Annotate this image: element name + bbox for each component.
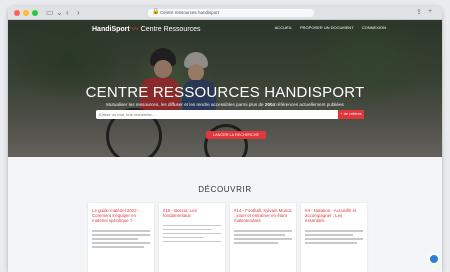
chat-icon[interactable] — [428, 253, 440, 265]
card-text-line — [305, 233, 353, 236]
section-title: DÉCOUVRIR — [198, 185, 252, 194]
search-input[interactable] — [96, 110, 336, 119]
close-window-button[interactable] — [14, 10, 20, 16]
card-text-line — [163, 232, 221, 235]
logo-suffix: Centre Ressources — [140, 26, 201, 33]
launch-search-button[interactable]: LANCER LA RECHERCHE — [206, 131, 266, 139]
more-criteria-button[interactable]: + de critères — [338, 110, 364, 119]
browser-toolbar: ▭ ⌄ ‹ › 🔒 Centre ressources handisport ⇪… — [8, 6, 442, 20]
card-text-line — [92, 237, 139, 240]
resource-card[interactable]: #14 - Football, Sylvain Munoz : jouer et… — [230, 203, 296, 272]
card-text-line — [305, 237, 363, 240]
lock-icon: 🔒 — [152, 9, 160, 15]
card-text-line — [92, 230, 150, 232]
search-bar: + de critères — [96, 110, 364, 119]
maximize-window-button[interactable] — [32, 10, 38, 16]
nav-link-accueil[interactable]: ACCUEIL — [275, 25, 292, 30]
hero-subtitle: Mutualiser les ressources, les diffuser … — [8, 102, 442, 107]
card-text-line — [234, 230, 292, 232]
card-text-line — [163, 224, 221, 227]
browser-window: ▭ ⌄ ‹ › 🔒 Centre ressources handisport ⇪… — [8, 6, 442, 272]
address-text: Centre ressources handisport — [160, 10, 220, 15]
resource-card[interactable]: Le guide matériel 2022 - Comment s'équip… — [88, 203, 154, 272]
logo-swoosh-icon: 〰 — [131, 26, 139, 33]
card-text-line — [92, 241, 150, 244]
reference-count: 2004 — [264, 102, 276, 107]
resource-card-title[interactable]: #15 - Boccia, Les fondamentaux — [163, 208, 221, 218]
resource-card-title[interactable]: #14 - Football, Sylvain Munoz : jouer et… — [234, 208, 292, 224]
resource-card[interactable]: #4 - Natation - Accueillir et accompagne… — [301, 203, 367, 272]
site-logo[interactable]: HandiSport 〰 Centre Ressources — [92, 24, 201, 34]
card-text-line — [163, 236, 204, 239]
card-text-line — [234, 241, 278, 244]
card-text-line — [163, 240, 221, 243]
card-text-line — [305, 241, 358, 244]
logo-brand: HandiSport — [92, 26, 130, 33]
card-text-line — [92, 245, 145, 248]
subtitle-prefix: Mutualiser les ressources, les diffuser … — [106, 102, 264, 107]
forward-icon[interactable]: › — [77, 8, 80, 18]
discover-cards: Le guide matériel 2022 - Comment s'équip… — [88, 203, 368, 272]
new-tab-icon[interactable]: + — [428, 8, 432, 15]
page-title: CENTRE RESSOURCES HANDISPORT — [85, 84, 365, 101]
share-icon[interactable]: ⇪ — [416, 8, 422, 16]
nav-link-proposer-document[interactable]: PROPOSER UN DOCUMENT — [300, 25, 354, 30]
back-icon[interactable]: ‹ — [66, 8, 69, 18]
resource-card-title[interactable]: #4 - Natation - Accueillir et accompagne… — [305, 208, 363, 224]
top-navigation: ACCUEIL PROPOSER UN DOCUMENT CONNEXION — [275, 25, 386, 30]
address-bar[interactable]: 🔒 Centre ressources handisport — [148, 9, 314, 17]
card-text-line — [305, 230, 363, 232]
card-text-line — [234, 233, 286, 236]
card-text-line — [163, 228, 213, 231]
nav-link-connexion[interactable]: CONNEXION — [362, 25, 386, 30]
card-text-line — [92, 233, 150, 236]
resource-card-title[interactable]: Le guide matériel 2022 - Comment s'équip… — [92, 208, 150, 224]
minimize-window-button[interactable] — [23, 10, 29, 16]
subtitle-suffix: références actuellement publiées — [276, 102, 344, 107]
card-text-line — [234, 237, 292, 240]
sidebar-icon[interactable]: ▭ — [46, 8, 54, 18]
resource-card[interactable]: #15 - Boccia, Les fondamentaux — [159, 203, 225, 272]
chevron-down-icon[interactable]: ⌄ — [56, 8, 63, 18]
